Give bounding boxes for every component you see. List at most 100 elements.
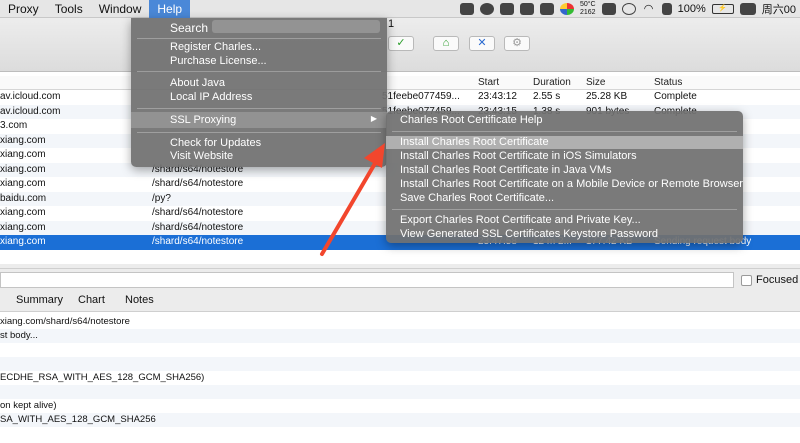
- detail-line: [0, 357, 800, 371]
- bookmark-icon[interactable]: [539, 3, 554, 15]
- menu-separator: [137, 108, 381, 109]
- qq-icon[interactable]: [601, 3, 616, 15]
- detail-line: on kept alive): [0, 400, 57, 411]
- column-status[interactable]: Status: [654, 76, 682, 90]
- menu-separator: [137, 132, 381, 133]
- clock[interactable]: 周六00: [762, 1, 796, 17]
- app-status-icon[interactable]: [459, 3, 474, 15]
- input-method-icon[interactable]: [739, 3, 756, 15]
- cell-size: 25.28 KB: [586, 91, 628, 102]
- cell-host: xiang.com: [0, 134, 46, 146]
- chrome-icon[interactable]: [559, 3, 574, 15]
- cell-host: xiang.com: [0, 178, 46, 189]
- menu-help[interactable]: Help: [149, 0, 191, 18]
- tab-summary[interactable]: Summary: [16, 294, 63, 306]
- focused-label: Focused: [756, 274, 799, 286]
- tab-chart[interactable]: Chart: [78, 294, 105, 306]
- menu-window[interactable]: Window: [91, 0, 150, 18]
- detail-pane: xiang.com/shard/s64/notestore st body... E…: [0, 312, 800, 443]
- volume-icon[interactable]: [661, 3, 672, 15]
- ssl-proxying-label: SSL Proxying: [170, 114, 237, 126]
- toolbar: 1 ✓ ⌂ ✕ ⚙: [0, 18, 800, 72]
- detail-line: xiang.com/shard/s64/notestore: [0, 316, 130, 327]
- basket-icon[interactable]: ⌂: [433, 36, 459, 51]
- cloud-icon[interactable]: [499, 3, 514, 15]
- detail-line: st body...: [0, 329, 800, 343]
- menu-bar: Proxy Tools Window Help 50°C 2162 ◠ 100%…: [0, 0, 800, 18]
- cell-path: /shard/s64/notestore: [152, 221, 244, 233]
- filter-bar: Focused: [0, 268, 800, 290]
- cell-duration: 2.55 s: [533, 91, 561, 102]
- cpu-rpm: 2162: [580, 9, 596, 16]
- submenu-item-install-root-cert[interactable]: Install Charles Root Certificate: [400, 136, 549, 149]
- cell-host: xiang.com: [0, 163, 46, 175]
- help-search-label: Search: [170, 21, 209, 35]
- menu-item-local-ip[interactable]: Local IP Address: [170, 91, 252, 104]
- cell-status: Complete: [654, 91, 697, 102]
- detail-tabs: Summary Chart Notes: [0, 290, 800, 312]
- menu-tools[interactable]: Tools: [47, 0, 91, 18]
- menu-separator: [137, 38, 381, 39]
- ssl-proxying-submenu: Charles Root Certificate Help Install Ch…: [386, 111, 743, 243]
- status-area: 50°C 2162 ◠ 100% ⚡ 周六00: [459, 0, 800, 18]
- cell-path: /shard/s64/notestore: [152, 207, 244, 218]
- detail-line: [0, 343, 800, 357]
- submenu-item-save-root-cert[interactable]: Save Charles Root Certificate...: [400, 192, 554, 205]
- time-machine-icon[interactable]: [621, 3, 636, 15]
- submenu-item-cert-help[interactable]: Charles Root Certificate Help: [400, 114, 542, 127]
- battery-percent: 100%: [677, 3, 706, 15]
- detail-line: ECDHE_RSA_WITH_AES_128_GCM_SHA256): [0, 372, 205, 383]
- submenu-item-install-ios-simulators[interactable]: Install Charles Root Certificate in iOS …: [400, 150, 637, 163]
- checkmark-icon[interactable]: ✓: [388, 36, 414, 51]
- wechat-icon[interactable]: [479, 3, 494, 15]
- menu-proxy[interactable]: Proxy: [0, 0, 47, 18]
- cell-path: /shard/s64/notestore: [152, 236, 244, 247]
- table-header: Start Duration Size Status: [0, 76, 800, 90]
- menu-separator: [392, 209, 737, 210]
- submenu-item-install-mobile-device[interactable]: Install Charles Root Certificate on a Mo…: [400, 178, 743, 191]
- table-row[interactable]: av.icloud.com 51feebe077459... 23:43:12 2.5…: [0, 90, 800, 105]
- submenu-item-install-java-vms[interactable]: Install Charles Root Certificate in Java…: [400, 164, 612, 177]
- clipboard-icon[interactable]: [519, 3, 534, 15]
- submenu-item-export-cert-key[interactable]: Export Charles Root Certificate and Priv…: [400, 214, 641, 227]
- cell-host: 3.com: [0, 120, 28, 131]
- cell-host: av.icloud.com: [0, 105, 61, 117]
- cell-host: xiang.com: [0, 236, 46, 247]
- wifi-icon[interactable]: ◠: [642, 3, 656, 15]
- menu-item-check-updates[interactable]: Check for Updates: [170, 137, 261, 150]
- column-start[interactable]: Start: [478, 76, 499, 90]
- tools-icon[interactable]: ✕: [469, 36, 495, 51]
- cpu-temp: 50°C: [579, 1, 596, 8]
- cell-host: xiang.com: [0, 221, 46, 233]
- menu-item-purchase[interactable]: Purchase License...: [170, 55, 267, 68]
- help-search-input[interactable]: [212, 20, 380, 33]
- cell-host: xiang.com: [0, 207, 46, 218]
- column-duration[interactable]: Duration: [533, 76, 571, 90]
- detail-line: SA_WITH_AES_128_GCM_SHA256: [0, 413, 800, 427]
- cell-start: 23:43:12: [478, 91, 517, 102]
- cell-host: baidu.com: [0, 192, 47, 204]
- tab-notes[interactable]: Notes: [125, 294, 154, 306]
- menu-item-register[interactable]: Register Charles...: [170, 41, 261, 54]
- cell-host: av.icloud.com: [0, 91, 61, 102]
- window-title: 1: [388, 18, 395, 30]
- cpu-monitor[interactable]: 50°C 2162: [580, 1, 596, 17]
- help-menu: Search Register Charles... Purchase Lice…: [131, 18, 387, 167]
- cell-path-extra: 51feebe077459...: [382, 91, 460, 102]
- column-size[interactable]: Size: [586, 76, 605, 90]
- menu-separator: [137, 71, 381, 72]
- submenu-arrow-icon: ▶: [370, 114, 377, 123]
- detail-line: [0, 385, 800, 399]
- detail-line: [0, 427, 800, 441]
- battery-icon[interactable]: ⚡: [711, 4, 734, 14]
- menu-item-visit-website[interactable]: Visit Website: [170, 150, 233, 163]
- focused-checkbox[interactable]: [741, 275, 752, 286]
- cell-path: /py?: [152, 192, 171, 204]
- settings-gear-icon[interactable]: ⚙: [504, 36, 530, 51]
- menu-item-about-java[interactable]: About Java: [170, 77, 225, 90]
- cell-host: xiang.com: [0, 149, 46, 160]
- menu-separator: [392, 131, 737, 132]
- cell-path: /shard/s64/notestore: [152, 178, 244, 189]
- submenu-item-view-keystore-password[interactable]: View Generated SSL Certificates Keystore…: [400, 228, 658, 241]
- filter-input[interactable]: [0, 272, 734, 288]
